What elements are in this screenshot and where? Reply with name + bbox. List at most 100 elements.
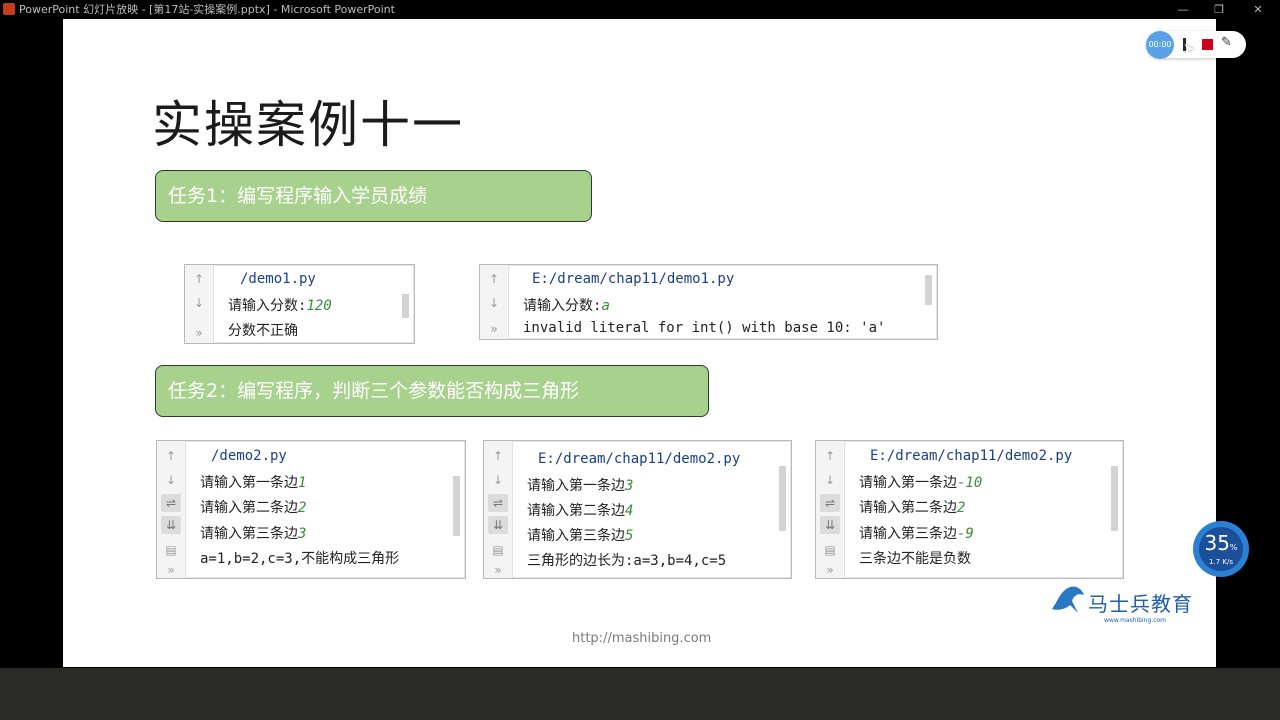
logo-subtext: www.mashibing.com [1104,617,1167,624]
close-icon[interactable]: ✕ [1240,0,1276,19]
input-value: 4 [625,503,634,519]
input-value: -10 [957,475,983,491]
console-output: invalid literal for int() with base 10: … [523,320,886,336]
console-demo1-b: ↑ ↓ » E:/dream/chap11/demo1.py 请输入分数:a i… [479,264,938,340]
input-value: a [601,298,610,314]
more-icon[interactable]: » [820,561,840,579]
console-path: /demo2.py [211,448,287,464]
recording-toolbar: 00:00 ✎ [1146,31,1246,59]
stop-icon[interactable] [1202,39,1213,50]
console-line: 请输入第二条边2 [200,497,306,517]
input-value: 3 [625,478,634,494]
console-demo2-c: ↑ ↓ ⇌ ⇊ ▤ » E:/dream/chap11/demo2.py 请输入… [815,440,1124,579]
arrow-down-icon[interactable]: ↓ [161,471,181,489]
task2-box: 任务2：编写程序，判断三个参数能否构成三角形 [155,365,709,417]
arrow-up-icon[interactable]: ↑ [161,447,181,465]
prompt-text: 请输入第一条边 [859,475,957,491]
prompt-text: 请输入分数: [523,298,602,314]
console-line: 请输入第二条边4 [527,500,633,520]
prompt-text: 请输入第二条边 [527,503,625,519]
input-value: 1 [298,475,307,491]
console-path: /demo1.py [240,271,316,287]
powerpoint-icon [3,3,15,15]
task1-box: 任务1：编写程序输入学员成绩 [155,170,592,222]
prompt-text: 请输入第一条边 [527,478,625,494]
more-icon[interactable]: » [488,561,508,579]
input-value: 120 [306,298,332,314]
console-line: 请输入分数:120 [228,295,332,315]
prompt-text: 请输入第二条边 [859,500,957,516]
console-path: E:/dream/chap11/demo2.py [538,451,741,467]
window-titlebar: PowerPoint 幻灯片放映 - [第17站-实操案例.pptx] - Mi… [0,0,1280,19]
arrow-up-icon[interactable]: ↑ [484,270,504,288]
input-value: 3 [298,526,307,542]
console-gutter: ↑ ↓ ⇌ ⇊ ▤ » [157,441,186,578]
more-icon[interactable]: » [484,320,504,338]
speed-percent: 35% [1204,531,1238,555]
console-gutter: ↑ ↓ » [185,265,214,343]
prompt-text: 请输入第一条边 [200,475,298,491]
scrollbar[interactable] [779,466,786,531]
prompt-text: 请输入第三条边 [859,526,957,542]
arrow-up-icon[interactable]: ↑ [189,270,209,288]
prompt-text: 请输入第三条边 [527,528,625,544]
input-value: -9 [957,526,974,542]
mashibing-logo: 马士兵教育 www.mashibing.com [1048,575,1198,631]
input-value: 2 [298,500,307,516]
scroll-to-end-icon[interactable]: ⇊ [161,516,181,534]
arrow-up-icon[interactable]: ↑ [820,447,840,465]
console-output: 分数不正确 [228,323,298,339]
slide-title: 实操案例十一 [152,96,464,154]
console-path: E:/dream/chap11/demo2.py [870,448,1073,464]
speed-rate: 1.7 K/s [1209,558,1233,566]
console-gutter: ↑ ↓ ⇌ ⇊ ▤ » [484,441,513,578]
taskbar [0,668,1280,720]
mouse-cursor-icon: ➤ [1183,41,1195,57]
scrollbar[interactable] [1111,466,1118,531]
console-output: 三条边不能是负数 [859,551,971,567]
network-speed-widget[interactable]: 35% 1.7 K/s [1193,521,1249,577]
arrow-down-icon[interactable]: ↓ [488,471,508,489]
input-value: 5 [625,528,634,544]
console-line: 请输入第二条边2 [859,497,965,517]
prompt-text: 请输入分数: [228,298,307,314]
slide: 实操案例十一 任务1：编写程序输入学员成绩 ↑ ↓ » /demo1.py 请输… [63,19,1216,667]
console-line: 请输入第三条边-9 [859,523,974,543]
minimize-icon[interactable]: — [1165,0,1201,19]
arrow-down-icon[interactable]: ↓ [820,471,840,489]
soft-wrap-icon[interactable]: ⇌ [161,494,181,512]
window-title: PowerPoint 幻灯片放映 - [第17站-实操案例.pptx] - Mi… [19,3,395,16]
console-demo1-a: ↑ ↓ » /demo1.py 请输入分数:120 分数不正确 [184,264,415,344]
scrollbar[interactable] [925,275,932,305]
print-icon[interactable]: ▤ [161,541,181,559]
print-icon[interactable]: ▤ [820,541,840,559]
more-icon[interactable]: » [161,561,181,579]
console-output: a=1,b=2,c=3,不能构成三角形 [200,551,400,567]
console-demo2-a: ↑ ↓ ⇌ ⇊ ▤ » /demo2.py 请输入第一条边1 请输入第二条边2 … [156,440,466,579]
more-icon[interactable]: » [189,324,209,342]
console-path: E:/dream/chap11/demo1.py [532,271,735,287]
arrow-down-icon[interactable]: ↓ [484,294,504,312]
scrollbar[interactable] [402,294,409,318]
print-icon[interactable]: ▤ [488,541,508,559]
soft-wrap-icon[interactable]: ⇌ [488,494,508,512]
console-line: 请输入第一条边-10 [859,472,982,492]
pen-icon[interactable]: ✎ [1221,35,1232,50]
arrow-up-icon[interactable]: ↑ [488,447,508,465]
console-gutter: ↑ ↓ ⇌ ⇊ ▤ » [816,441,845,578]
restore-icon[interactable]: ❐ [1201,0,1237,19]
horse-logo-icon [1052,586,1084,613]
footer-url: http://mashibing.com [572,631,712,646]
console-demo2-b: ↑ ↓ ⇌ ⇊ ▤ » E:/dream/chap11/demo2.py 请输入… [483,440,792,579]
prompt-text: 请输入第三条边 [200,526,298,542]
arrow-down-icon[interactable]: ↓ [189,294,209,312]
console-line: 请输入分数:a [523,295,610,315]
soft-wrap-icon[interactable]: ⇌ [820,494,840,512]
scroll-to-end-icon[interactable]: ⇊ [820,516,840,534]
logo-text: 马士兵教育 [1088,592,1193,616]
scrollbar[interactable] [453,476,460,536]
scroll-to-end-icon[interactable]: ⇊ [488,516,508,534]
console-line: 请输入第三条边5 [527,525,633,545]
console-line: 请输入第三条边3 [200,523,306,543]
input-value: 2 [957,500,966,516]
